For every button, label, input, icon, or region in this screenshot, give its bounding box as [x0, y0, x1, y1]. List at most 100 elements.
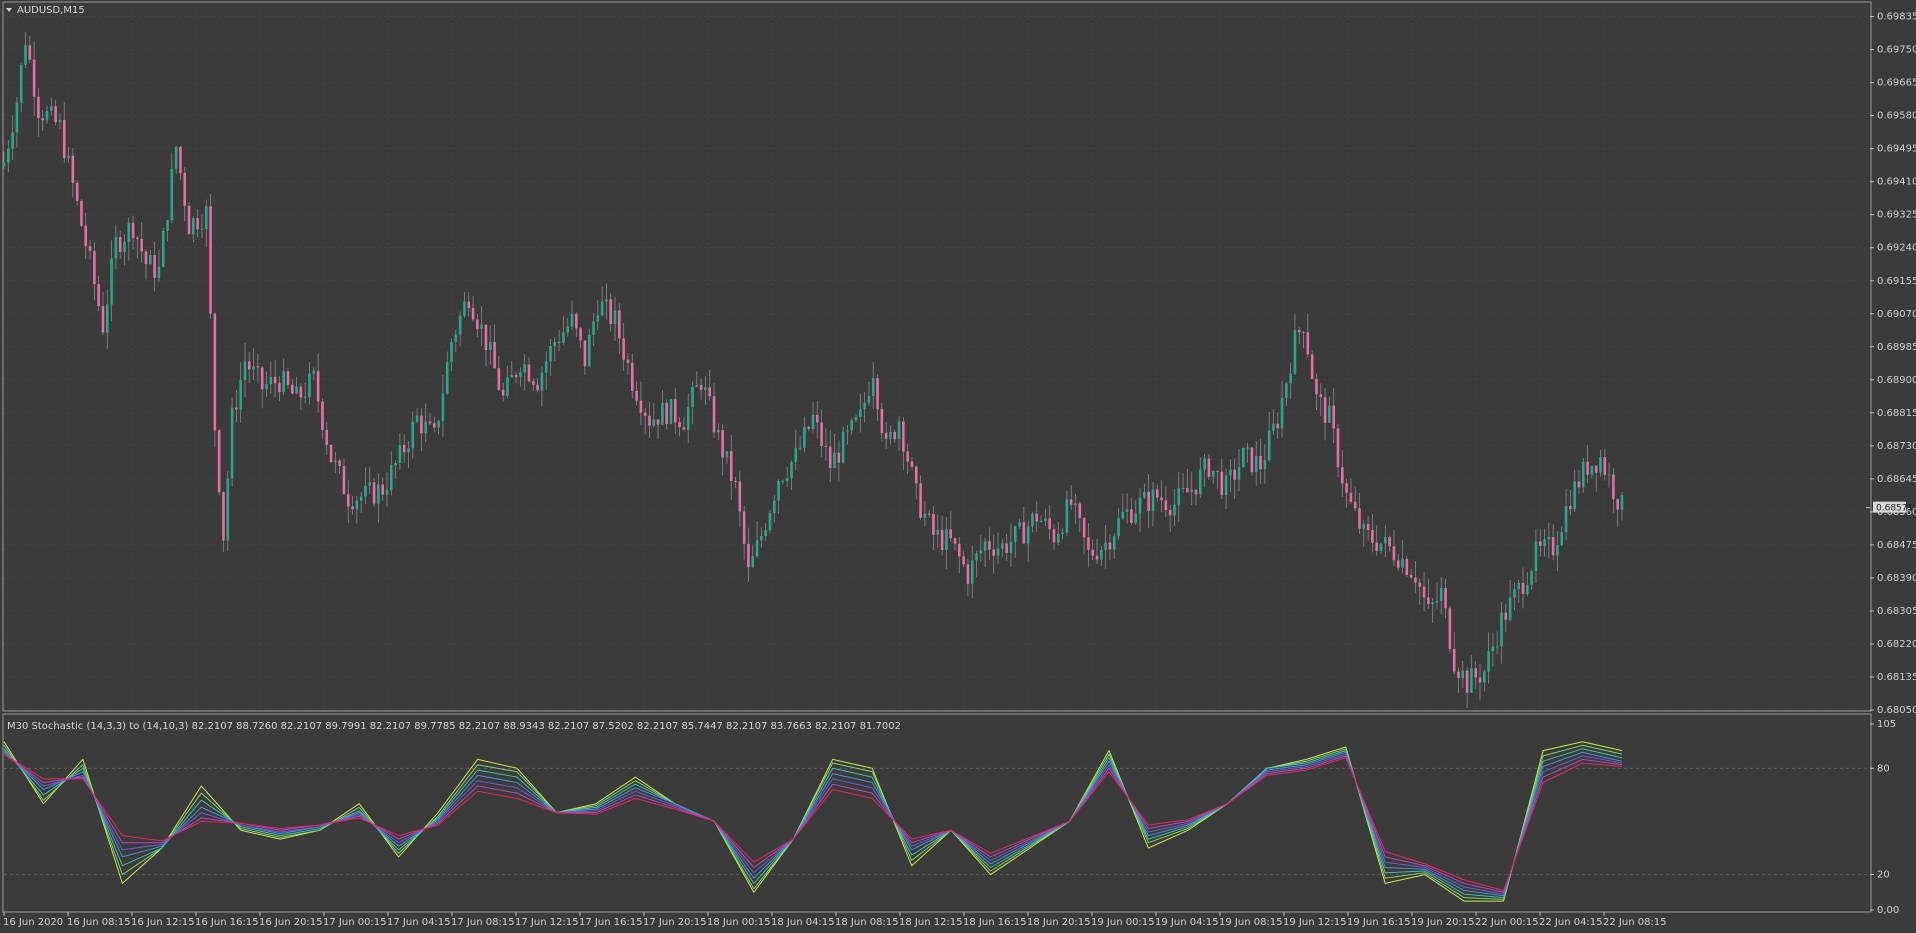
candle-body: [437, 420, 440, 428]
candle-body: [1001, 543, 1004, 549]
candle-body: [1134, 513, 1138, 523]
candle-body: [1457, 671, 1460, 678]
candle-body: [497, 368, 501, 390]
candle-body: [252, 366, 255, 370]
candle-body: [286, 371, 290, 385]
time-tick-label: 22 Jun 04:15: [1539, 917, 1603, 928]
price-tick-label: 0.69325: [1877, 210, 1916, 221]
candle-body: [1035, 513, 1039, 522]
candle-body: [781, 480, 785, 482]
candle-body: [394, 462, 397, 466]
time-tick-label: 19 Jun 12:15: [1283, 917, 1347, 928]
candle-body: [402, 444, 406, 453]
time-tick-label: 19 Jun 04:15: [1155, 917, 1219, 928]
candle-body: [428, 421, 432, 424]
candle-body: [1452, 649, 1456, 672]
candle-body: [914, 466, 918, 484]
candle-body: [665, 402, 668, 424]
candle-body: [1095, 555, 1099, 560]
price-pane-background: [2, 1, 1872, 712]
candle-body: [661, 402, 664, 425]
candle-body: [136, 237, 139, 239]
candle-body: [828, 446, 832, 469]
candle-body: [192, 218, 195, 235]
candle-body: [1319, 394, 1323, 398]
candle-body: [1401, 558, 1404, 568]
candle-body: [1280, 397, 1284, 429]
candle-body: [1353, 501, 1357, 509]
candle-body: [975, 553, 978, 561]
candle-body: [867, 395, 871, 403]
candle-body: [785, 478, 789, 481]
candle-body: [62, 119, 66, 159]
candle-body: [794, 448, 798, 463]
candle-body: [1478, 677, 1482, 683]
candle-body: [579, 328, 582, 341]
candle-body: [1435, 600, 1439, 603]
candle-body: [798, 447, 802, 449]
time-tick-label: 18 Jun 12:15: [899, 917, 963, 928]
candle-body: [863, 402, 866, 410]
candle-body: [368, 482, 372, 486]
price-tick-label: 0.69155: [1877, 276, 1916, 287]
candle-body: [1272, 423, 1275, 431]
price-tick-label: 0.68900: [1877, 375, 1916, 386]
candle-body: [463, 301, 466, 316]
candle-body: [303, 396, 307, 398]
candle-body: [979, 550, 983, 554]
candle-body: [923, 513, 927, 518]
candle-body: [1547, 536, 1551, 540]
candle-body: [553, 341, 557, 346]
candle-body: [1220, 471, 1224, 496]
candle-body: [618, 310, 621, 339]
candle-body: [243, 361, 247, 380]
candle-body: [1198, 469, 1202, 495]
candle-body: [1530, 570, 1533, 585]
candle-body: [80, 200, 83, 226]
candle-body: [686, 407, 690, 430]
candle-body: [880, 408, 884, 433]
candle-body: [760, 536, 763, 541]
candle-body: [824, 445, 828, 447]
candle-body: [1491, 646, 1495, 652]
candle-body: [1409, 574, 1413, 578]
candle-body: [1306, 332, 1310, 355]
candle-body: [1259, 455, 1262, 470]
time-tick-label: 16 Jun 12:15: [131, 917, 195, 928]
candle-body: [768, 513, 772, 531]
candle-body: [1607, 474, 1611, 476]
candle-body: [1375, 542, 1379, 551]
candle-body: [15, 102, 19, 133]
candle-body: [846, 430, 849, 432]
candle-body: [1444, 587, 1447, 609]
candle-body: [230, 407, 234, 479]
candle-body: [1362, 524, 1366, 529]
price-tick-label: 0.68815: [1877, 408, 1916, 419]
candle-body: [717, 430, 720, 433]
time-tick-label: 18 Jun 00:15: [707, 917, 771, 928]
candle-body: [97, 284, 100, 307]
candle-body: [424, 421, 428, 434]
time-tick-label: 17 Jun 12:15: [515, 917, 579, 928]
price-tick-label: 0.68645: [1877, 474, 1916, 485]
candle-body: [247, 361, 251, 370]
candle-body: [708, 387, 712, 397]
candle-body: [1164, 500, 1168, 511]
candle-body: [37, 96, 40, 119]
candle-body: [1069, 499, 1073, 505]
candle-body: [704, 387, 707, 390]
time-tick-label: 16 Jun 20:15: [259, 917, 323, 928]
candle-body: [433, 423, 436, 428]
candle-body: [149, 255, 152, 265]
candle-body: [273, 376, 277, 384]
candle-body: [949, 529, 952, 539]
candle-body: [1293, 329, 1297, 374]
candle-body: [734, 480, 737, 482]
candle-body: [514, 374, 518, 378]
candle-body: [1556, 544, 1559, 556]
candle-body: [1358, 508, 1361, 529]
candle-body: [1056, 534, 1060, 543]
price-tick-label: 0.69750: [1877, 45, 1916, 56]
candle-body: [334, 460, 337, 463]
candle-body: [592, 321, 595, 335]
